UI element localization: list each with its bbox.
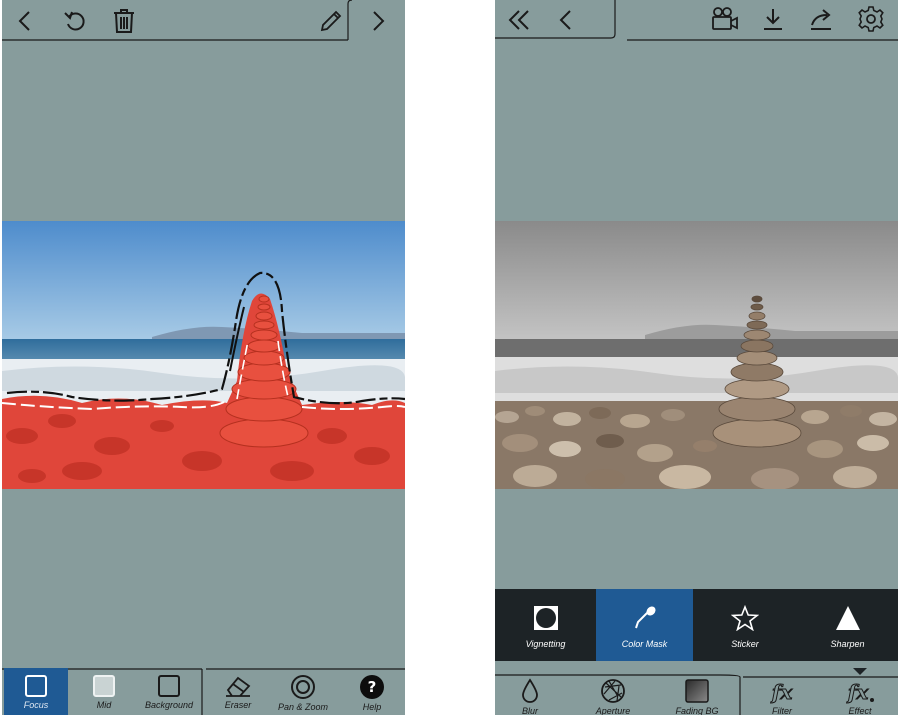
star-icon [731,605,759,631]
undo-icon[interactable] [60,6,90,36]
tool-mid-label: Mid [96,700,112,710]
tool-effect-label: Effect [848,706,872,715]
right-top-toolbar [495,0,898,42]
tool-focus-label: Focus [23,700,49,710]
focus-square-icon [25,675,47,697]
tool-blur-label: Blur [521,706,538,715]
tool-fading-bg-label: Fading BG [675,706,719,715]
background-square-icon [158,675,180,697]
eraser-icon [226,676,251,697]
effect-vignetting[interactable]: Vignetting [495,589,596,661]
left-editor-panel: Focus Mid Background Eraser Pan & Zoom ?… [2,0,405,715]
video-camera-icon[interactable] [709,4,741,34]
forward-icon[interactable] [364,6,394,36]
tool-eraser[interactable]: Eraser [208,668,268,715]
tool-blur[interactable]: Blur [497,668,563,715]
tool-effect[interactable]: fx Effect [825,668,895,715]
right-editor-panel: Vignetting Color Mask Sticker Sharpen Bl… [495,0,898,715]
svg-text:fx: fx [770,680,794,704]
tool-pan-zoom[interactable]: Pan & Zoom [268,668,338,715]
tool-focus[interactable]: Focus [4,668,68,715]
trash-icon[interactable] [109,6,139,36]
vignette-icon [533,606,558,630]
gear-icon[interactable] [855,3,887,35]
photo-canvas [2,221,405,489]
gradient-square-icon [685,679,709,703]
svg-text:fx: fx [846,680,870,704]
effect-sticker[interactable]: Sticker [693,589,797,661]
masked-photo[interactable] [2,221,405,489]
target-icon [291,675,315,699]
tool-filter-label: Filter [772,706,792,715]
effect-sharpen[interactable]: Sharpen [797,589,898,661]
fx-icon: fx [845,680,874,704]
mid-square-icon [93,675,115,697]
effect-sharpen-label: Sharpen [830,639,865,649]
tool-fading-bg[interactable]: Fading BG [661,668,733,715]
svg-text:?: ? [368,678,377,696]
tool-aperture[interactable]: Aperture [573,668,653,715]
tool-filter[interactable]: fx Filter [747,668,817,715]
aperture-icon [601,679,625,703]
tool-mid[interactable]: Mid [72,668,136,715]
tool-help[interactable]: ? Help [342,668,402,715]
back-icon[interactable] [551,5,579,35]
back-icon[interactable] [10,6,38,36]
tool-eraser-label: Eraser [224,700,252,710]
effect-color-mask[interactable]: Color Mask [596,589,693,661]
tool-background-label: Background [144,700,194,710]
left-bottom-toolbar: Focus Mid Background Eraser Pan & Zoom ?… [2,668,405,715]
preview-canvas [495,221,898,489]
left-top-toolbar [2,0,405,42]
tool-help-label: Help [362,702,382,712]
pipette-icon [634,606,656,629]
triangle-icon [835,606,860,630]
right-bottom-toolbar: Blur Aperture Fading BG fx Filter fx Eff… [495,668,898,715]
pencil-icon[interactable] [316,6,346,36]
color-mask-preview-photo[interactable] [495,221,898,489]
fx-icon: fx [769,680,794,705]
tool-pan-zoom-label: Pan & Zoom [277,702,329,712]
effect-vignetting-label: Vignetting [525,639,566,649]
tool-aperture-label: Aperture [595,706,631,715]
effect-color-mask-label: Color Mask [621,639,668,649]
effect-sticker-label: Sticker [731,639,759,649]
effects-strip: Vignetting Color Mask Sticker Sharpen [495,589,898,661]
tool-background[interactable]: Background [136,668,202,715]
help-icon: ? [360,675,384,699]
double-back-icon[interactable] [503,5,535,35]
droplet-icon [522,678,538,703]
share-icon[interactable] [807,4,837,34]
download-icon[interactable] [759,4,787,34]
